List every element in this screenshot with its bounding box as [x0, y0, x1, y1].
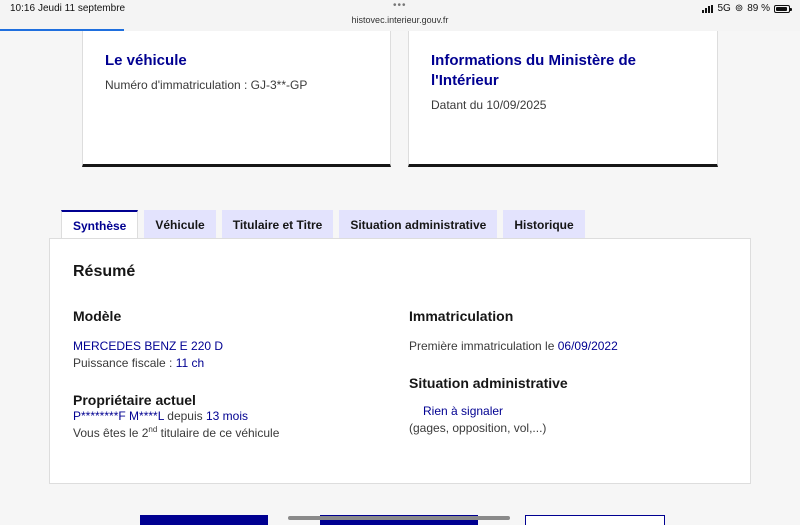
owner-name: P********F M****L: [73, 409, 164, 423]
owner-rank: Vous êtes le 2nd titulaire de ce véhicul…: [73, 425, 393, 442]
first-registration-date: 06/09/2022: [557, 339, 618, 353]
admin-heading: Situation administrative: [409, 375, 568, 391]
vehicle-card: Le véhicule Numéro d'immatriculation : G…: [82, 31, 391, 167]
ministry-card-title: Informations du Ministère de l'Intérieur: [431, 52, 637, 89]
summary-title: Résumé: [73, 263, 136, 280]
tab-synthese[interactable]: Synthèse: [61, 210, 139, 240]
more-dots-icon[interactable]: •••: [393, 1, 407, 11]
summary-left-column: Modèle MERCEDES BENZ E 220 D Puissance f…: [73, 308, 393, 442]
address-bar-url[interactable]: histovec.interieur.gouv.fr: [0, 15, 800, 25]
owner-line: P********F M****L depuis 13 mois: [73, 408, 393, 425]
status-date: Jeudi 11 septembre: [38, 3, 126, 14]
summary-right-column: Immatriculation Première immatriculation…: [409, 308, 729, 437]
synthese-panel: Résumé Modèle MERCEDES BENZ E 220 D Puis…: [49, 238, 751, 484]
owner-heading: Propriétaire actuel: [73, 392, 196, 408]
home-indicator[interactable]: [288, 516, 510, 520]
tab-historique[interactable]: Historique: [503, 210, 585, 239]
owner-since-label: depuis: [163, 409, 206, 423]
tab-bar: Synthèse Véhicule Titulaire et Titre Sit…: [61, 210, 585, 240]
model-name: MERCEDES BENZ E 220 D: [73, 339, 224, 353]
registration-number: Numéro d'immatriculation : GJ-3**-GP: [105, 78, 308, 92]
first-registration: Première immatriculation le 06/09/2022: [409, 338, 729, 355]
admin-details: (gages, opposition, vol,...): [409, 421, 547, 435]
battery-icon: [774, 4, 792, 13]
tab-titulaire-titre[interactable]: Titulaire et Titre: [221, 210, 334, 239]
fiscal-power-value: 11 ch: [175, 356, 205, 370]
owner-rank-prefix: Vous êtes le 2: [73, 426, 149, 440]
bottom-action-button-1[interactable]: [140, 515, 268, 525]
signal-icon: [702, 4, 714, 13]
tab-situation-administrative[interactable]: Situation administrative: [339, 210, 498, 239]
network-label: 5G: [717, 3, 731, 14]
first-registration-label: Première immatriculation le: [409, 339, 558, 353]
battery-label: 89 %: [747, 3, 770, 14]
model-heading: Modèle: [73, 308, 122, 324]
status-indicators: 5G ⊚ 89 %: [702, 3, 792, 14]
owner-rank-sup: nd: [148, 425, 158, 434]
owner-rank-suffix: titulaire de ce véhicule: [157, 426, 280, 440]
tab-vehicule[interactable]: Véhicule: [144, 210, 216, 239]
owner-since-value: 13 mois: [205, 409, 248, 423]
ministry-data-date: Datant du 10/09/2025: [431, 98, 547, 112]
status-bar: 10:16 Jeudi 11 septembre ••• histovec.in…: [0, 0, 800, 31]
admin-status: Rien à signaler: [423, 404, 504, 418]
fiscal-power: Puissance fiscale : 11 ch: [73, 355, 393, 372]
bottom-action-button-3[interactable]: [525, 515, 665, 525]
status-time: 10:16: [10, 3, 36, 14]
ministry-card: Informations du Ministère de l'Intérieur…: [408, 31, 718, 167]
registration-heading: Immatriculation: [409, 308, 514, 324]
vehicle-card-title: Le véhicule: [105, 52, 187, 69]
screen-lock-icon: ⊚: [734, 3, 744, 14]
fiscal-power-label: Puissance fiscale :: [73, 356, 176, 370]
